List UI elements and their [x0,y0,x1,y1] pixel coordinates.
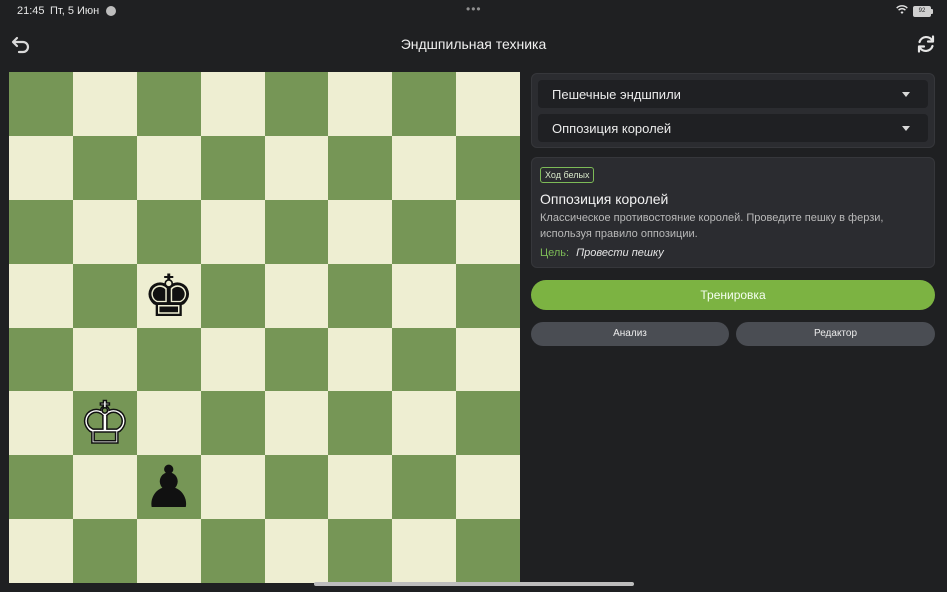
square-d2[interactable] [200,455,265,520]
square-h8[interactable] [456,72,520,136]
lesson-description: Классическое противостояние королей. Про… [540,212,884,240]
square-g2[interactable] [392,455,457,520]
analysis-button[interactable]: Анализ [531,322,729,346]
square-f5[interactable] [328,263,393,328]
turn-badge: Ход белых [540,167,595,183]
lesson-select[interactable]: Оппозиция королей [538,114,928,142]
lesson-info-card: Ход белых Оппозиция королей Классическое… [531,157,935,268]
square-c1[interactable] [136,519,201,583]
square-d7[interactable] [200,135,265,200]
square-b6[interactable] [72,199,137,264]
square-e3[interactable] [264,391,329,456]
home-indicator[interactable] [314,582,634,586]
status-time: 21:45 [17,5,45,17]
page-title: Эндшпильная техника [400,36,547,52]
square-d5[interactable] [200,263,265,328]
square-c2[interactable]: ♟ [136,455,201,520]
black-pawn-piece[interactable]: ♟ [143,458,195,516]
square-c4[interactable] [136,327,201,392]
square-f7[interactable] [328,135,393,200]
goal-label: Цель: [540,247,570,259]
category-select-value: Пешечные эндшпили [552,87,681,102]
square-h2[interactable] [456,455,520,520]
square-d3[interactable] [200,391,265,456]
app-header: Эндшпильная техника [0,24,947,64]
square-b7[interactable] [72,135,137,200]
square-f2[interactable] [328,455,393,520]
square-f6[interactable] [328,199,393,264]
black-king-piece[interactable]: ♚ [143,267,195,325]
square-e7[interactable] [264,135,329,200]
do-not-disturb-icon [106,6,116,16]
square-a1[interactable] [9,519,73,583]
lesson-title: Оппозиция королей [540,191,669,207]
square-h6[interactable] [456,199,520,264]
square-h4[interactable] [456,327,520,392]
square-e2[interactable] [264,455,329,520]
square-d1[interactable] [200,519,265,583]
status-date: Пт, 5 Июн [50,5,100,17]
square-a2[interactable] [9,455,73,520]
white-king-piece[interactable]: ♔ [78,394,132,454]
square-b2[interactable] [72,455,137,520]
square-g7[interactable] [392,135,457,200]
square-h5[interactable] [456,263,520,328]
square-b4[interactable] [72,327,137,392]
square-c7[interactable] [136,135,201,200]
square-a4[interactable] [9,327,73,392]
square-d4[interactable] [200,327,265,392]
square-d8[interactable] [200,72,265,136]
lesson-select-value: Оппозиция королей [552,121,672,136]
square-f4[interactable] [328,327,393,392]
square-b1[interactable] [72,519,137,583]
square-g6[interactable] [392,199,457,264]
chevron-down-icon [902,92,910,97]
refresh-button[interactable] [915,33,937,55]
square-c5[interactable]: ♚ [136,263,201,328]
square-c8[interactable] [136,72,201,136]
goal-value: Провести пешку [576,247,664,259]
square-a6[interactable] [9,199,73,264]
square-d6[interactable] [200,199,265,264]
square-h7[interactable] [456,135,520,200]
square-e8[interactable] [264,72,329,136]
square-h1[interactable] [456,519,520,583]
square-e5[interactable] [264,263,329,328]
square-c6[interactable] [136,199,201,264]
category-select[interactable]: Пешечные эндшпили [538,80,928,108]
square-e6[interactable] [264,199,329,264]
square-c3[interactable] [136,391,201,456]
chevron-down-icon [902,126,910,131]
square-f3[interactable] [328,391,393,456]
lesson-selectors: Пешечные эндшпили Оппозиция королей [531,73,935,148]
square-a7[interactable] [9,135,73,200]
refresh-icon [917,35,935,53]
battery-icon: 92 [913,6,933,17]
square-g3[interactable] [392,391,457,456]
square-b5[interactable] [72,263,137,328]
square-h3[interactable] [456,391,520,456]
square-f1[interactable] [328,519,393,583]
square-g8[interactable] [392,72,457,136]
wifi-icon [896,5,908,14]
square-g1[interactable] [392,519,457,583]
square-a8[interactable] [9,72,73,136]
square-a5[interactable] [9,263,73,328]
square-e4[interactable] [264,327,329,392]
editor-button[interactable]: Редактор [736,322,935,346]
train-button[interactable]: Тренировка [531,280,935,310]
square-a3[interactable] [9,391,73,456]
multitask-dots[interactable]: ••• [466,2,482,16]
status-bar: 21:45 Пт, 5 Июн ••• 92 [0,0,947,24]
goal-row: Цель: Провести пешку [540,247,664,259]
chess-board[interactable]: ♚ ♔ ♟ [9,72,520,583]
square-e1[interactable] [264,519,329,583]
square-g4[interactable] [392,327,457,392]
square-b8[interactable] [72,72,137,136]
square-g5[interactable] [392,263,457,328]
square-f8[interactable] [328,72,393,136]
square-b3[interactable]: ♔ [72,391,137,456]
